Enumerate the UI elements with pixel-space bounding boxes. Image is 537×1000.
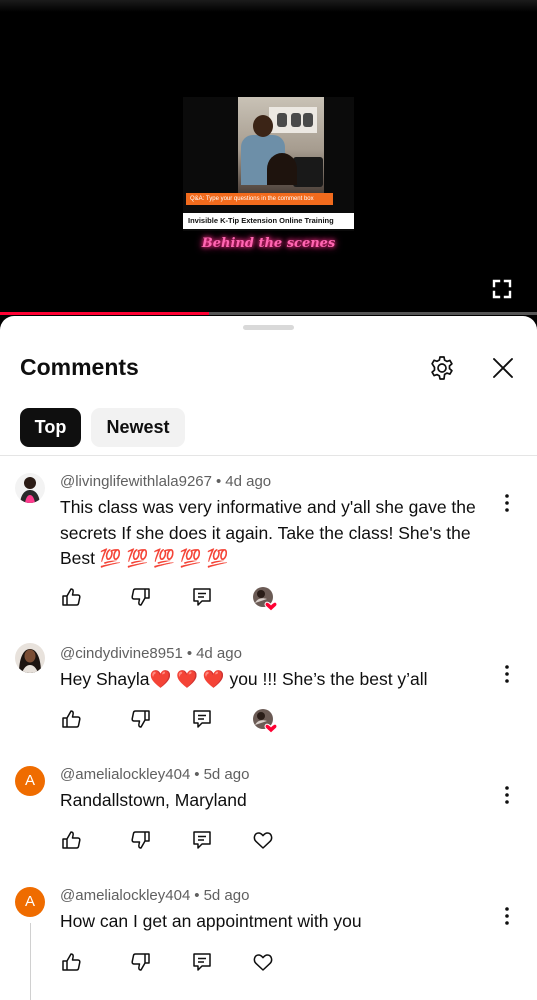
creator-heart-icon <box>253 709 278 734</box>
avatar[interactable] <box>15 473 45 503</box>
sort-chip-newest[interactable]: Newest <box>91 408 185 447</box>
avatar-image <box>15 643 45 673</box>
salon-chair <box>293 157 323 187</box>
dislike-icon[interactable] <box>130 708 152 730</box>
comment-actions <box>60 951 300 977</box>
heart-icon[interactable] <box>252 829 274 851</box>
comment-age: 4d ago <box>225 473 272 490</box>
comment-meta: @amelialockley404 • 5d ago <box>60 766 249 783</box>
comment-text: How can I get an appointment with you <box>60 911 362 931</box>
video-top-gradient <box>0 0 537 12</box>
like-icon[interactable] <box>60 829 82 851</box>
comment-text: Hey Shayla❤️ ❤️ ❤️ you !!! She’s the bes… <box>60 669 428 689</box>
drag-handle[interactable] <box>243 325 294 330</box>
comments-title: Comments <box>20 354 139 380</box>
meta-separator: • <box>215 473 222 490</box>
heart-icon[interactable] <box>252 951 274 973</box>
meta-separator: • <box>194 766 200 783</box>
comment-author[interactable]: @cindydivine8951 <box>60 645 183 662</box>
comment-age: 5d ago <box>203 766 250 783</box>
like-icon[interactable] <box>60 586 82 608</box>
training-title-banner: Invisible K-Tip Extension Online Trainin… <box>183 213 354 229</box>
behind-the-scenes-caption: Behind the scenes <box>201 236 336 251</box>
close-icon[interactable] <box>488 353 518 383</box>
reply-icon[interactable] <box>191 586 213 608</box>
avatar-image <box>15 473 45 503</box>
sort-chip-top[interactable]: Top <box>20 408 81 447</box>
comment-author[interactable]: @amelialockley404 <box>60 766 190 783</box>
progress-bar-fill <box>0 312 210 315</box>
comment-age: 5d ago <box>203 887 250 904</box>
reply-icon[interactable] <box>191 708 213 730</box>
comment-text: Randallstown, Maryland <box>60 790 247 810</box>
fullscreen-icon[interactable] <box>490 277 514 301</box>
comments-sheet: Comments Top Newest @livinglifewithlala9… <box>0 316 537 1000</box>
comment-meta: @amelialockley404 • 5d ago <box>60 887 249 904</box>
wall-art <box>269 107 317 133</box>
dislike-icon[interactable] <box>130 829 152 851</box>
like-icon[interactable] <box>60 708 82 730</box>
creator-heart-icon <box>253 587 278 612</box>
video-frame: Q&A: Type your questions in the comment … <box>183 97 354 231</box>
gear-icon[interactable] <box>427 353 457 383</box>
divider <box>0 455 537 456</box>
progress-bar[interactable] <box>0 312 537 315</box>
comment-text: This class was very informative and y'al… <box>60 497 476 568</box>
comment-age: 4d ago <box>196 645 242 662</box>
like-icon[interactable] <box>60 951 82 973</box>
video-player[interactable]: Q&A: Type your questions in the comment … <box>0 0 537 318</box>
meta-separator: • <box>186 645 193 662</box>
meta-separator: • <box>194 887 200 904</box>
dislike-icon[interactable] <box>130 586 152 608</box>
comment-actions <box>60 829 300 855</box>
avatar[interactable] <box>15 643 45 673</box>
comment-author[interactable]: @livinglifewithlala9267 <box>60 473 212 490</box>
qa-banner: Q&A: Type your questions in the comment … <box>186 193 333 205</box>
reply-icon[interactable] <box>191 829 213 851</box>
comment-meta: @cindydivine8951 • 4d ago <box>60 645 242 662</box>
avatar[interactable]: A <box>15 887 45 917</box>
dislike-icon[interactable] <box>130 951 152 973</box>
reply-thread-line <box>30 923 31 1000</box>
avatar[interactable]: A <box>15 766 45 796</box>
comment-meta: @livinglifewithlala9267 • 4d ago <box>60 473 271 490</box>
stylist-head <box>253 115 273 137</box>
comment-actions <box>60 708 300 734</box>
reply-icon[interactable] <box>191 951 213 973</box>
client-figure <box>267 153 297 185</box>
comment-actions <box>60 586 300 612</box>
comment-author[interactable]: @amelialockley404 <box>60 887 190 904</box>
